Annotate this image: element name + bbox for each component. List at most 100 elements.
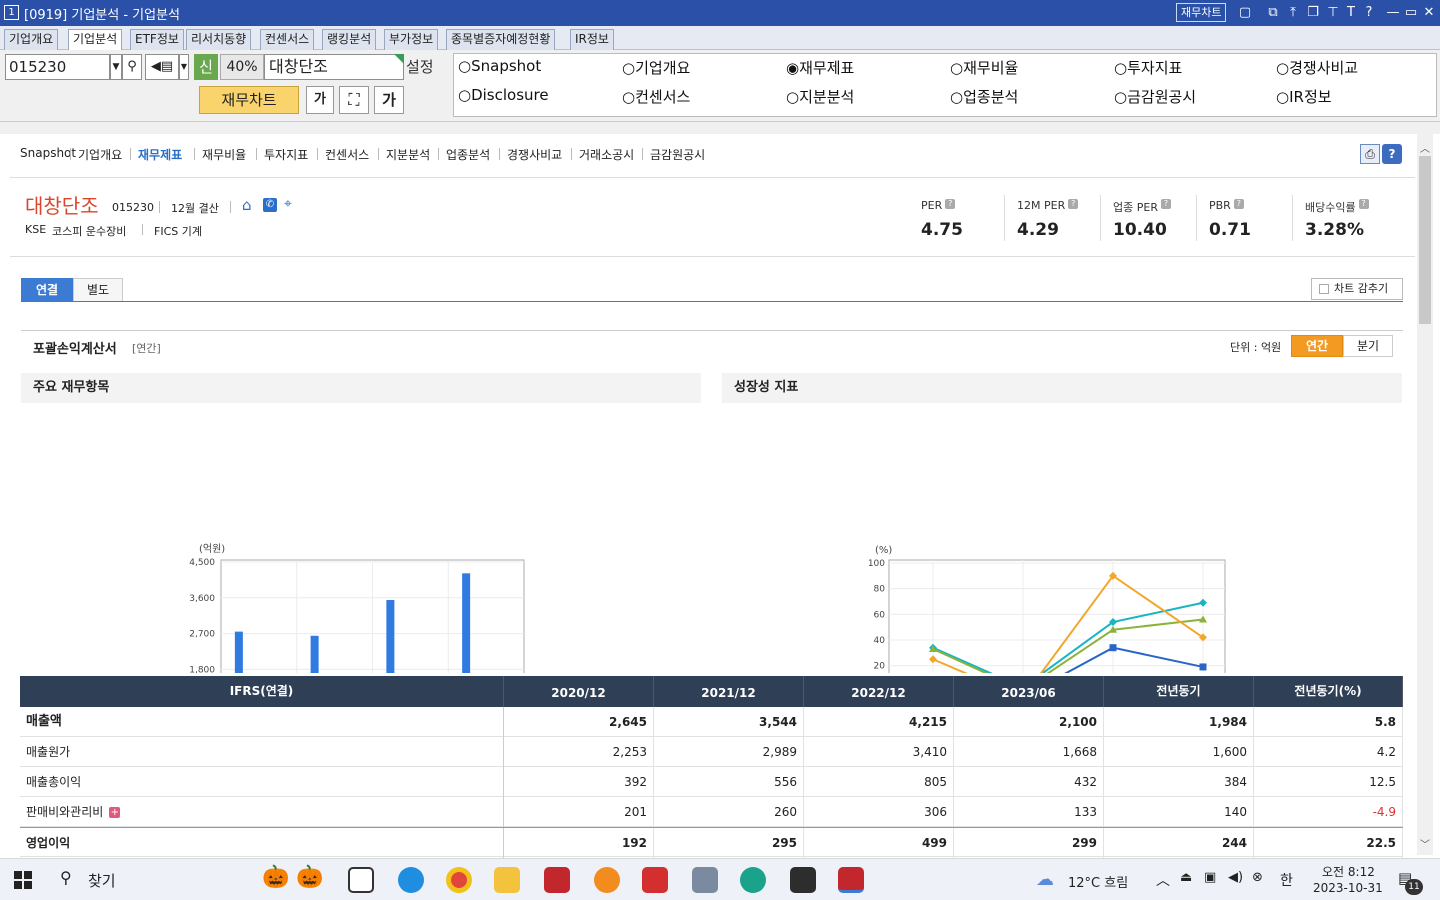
close-icon[interactable]: ✕ [1420, 4, 1438, 22]
radio-option[interactable]: ○지분분석 [786, 86, 854, 107]
subnav-item[interactable]: Snapshot [20, 146, 76, 160]
ime-indicator[interactable]: 한 [1280, 870, 1293, 890]
data-point[interactable] [1199, 663, 1207, 671]
sticky-notes-icon[interactable] [790, 867, 816, 893]
home-icon[interactable]: ⌂ [242, 196, 252, 214]
subnav-item[interactable]: 재무제표 [138, 146, 182, 163]
speaker-icon[interactable]: ◀▤ [145, 54, 179, 80]
app-icon[interactable] [740, 867, 766, 893]
subnav-item[interactable]: 컨센서스 [325, 146, 369, 163]
hide-chart-button[interactable]: 차트 감추기 [1311, 278, 1403, 300]
subnav-item[interactable]: 투자지표 [264, 146, 308, 163]
settings-label[interactable]: 설정 [406, 56, 434, 77]
info-icon[interactable]: ? [1233, 199, 1244, 209]
tab-ranking[interactable]: 랭킹분석 [322, 29, 377, 50]
radio-option[interactable]: ○Snapshot [458, 57, 541, 75]
tab-consolidated[interactable]: 연결 [21, 278, 73, 302]
tab-etf-info[interactable]: ETF정보 [130, 29, 184, 50]
font-decrease-icon[interactable]: 가 [306, 86, 334, 114]
row-label[interactable]: 판매비와관리비 + [20, 797, 504, 827]
new-badge[interactable]: 신 [194, 54, 218, 80]
minimize-icon[interactable]: — [1384, 4, 1402, 22]
subnav-item[interactable]: 금감원공시 [650, 146, 705, 163]
stock-code-input[interactable]: 015230 [5, 54, 110, 80]
image-icon[interactable]: ▢ [1236, 4, 1254, 22]
restore-group-icon[interactable]: ❐ [1304, 4, 1322, 22]
bar-0[interactable] [386, 600, 395, 673]
radio-option[interactable]: ○재무비율 [950, 57, 1018, 78]
font-increase-icon[interactable]: 가 [374, 86, 404, 114]
subnav-item[interactable]: 경쟁사비교 [507, 146, 562, 163]
fit-screen-icon[interactable]: ⛶ [339, 86, 369, 114]
volume-icon[interactable]: ◀) [1228, 870, 1243, 885]
radio-option[interactable]: ○금감원공시 [1114, 86, 1196, 107]
subnav-item[interactable]: 재무비율 [202, 146, 246, 163]
tab-consensus[interactable]: 컨센서스 [260, 29, 315, 50]
stock-name-display[interactable]: 대창단조 [264, 54, 404, 80]
tray-chevron-icon[interactable]: ︿ [1156, 870, 1170, 890]
tab-research[interactable]: 리서치동향 [186, 29, 252, 50]
radio-option[interactable]: ○투자지표 [1114, 57, 1182, 78]
app-icon[interactable] [642, 867, 668, 893]
help-icon[interactable]: ? [1360, 4, 1378, 22]
bar-0[interactable] [462, 573, 471, 673]
pin-icon[interactable]: ⊤ [1324, 4, 1342, 22]
folder-icon[interactable] [494, 867, 520, 893]
bar-0[interactable] [310, 635, 319, 673]
kakao-icon[interactable] [594, 867, 620, 893]
radio-option[interactable]: ○업종분석 [950, 86, 1018, 107]
scroll-up-icon[interactable]: ︿ [1420, 140, 1430, 155]
info-icon[interactable]: ? [1068, 199, 1079, 209]
link-icon[interactable]: ⧉ [1264, 4, 1282, 22]
clock-date[interactable]: 2023-10-31 [1313, 881, 1383, 895]
subnav-item[interactable]: 기업개요 [78, 146, 122, 163]
tab-additional[interactable]: 부가정보 [384, 29, 439, 50]
financial-chart-button[interactable]: 재무차트 [1176, 3, 1227, 22]
radio-option[interactable]: ○기업개요 [622, 57, 690, 78]
search-icon[interactable]: ⚲ [122, 54, 142, 80]
calculator-icon[interactable] [692, 867, 718, 893]
data-point[interactable] [1109, 644, 1117, 652]
scroll-thumb[interactable] [1419, 156, 1431, 324]
bar-0[interactable] [234, 631, 243, 673]
dropdown-arrow-icon[interactable]: ▼ [110, 54, 122, 80]
task-view-icon[interactable] [348, 867, 374, 893]
trading-app-icon[interactable] [544, 867, 570, 893]
mute-icon[interactable]: ⊗ [1252, 870, 1263, 885]
info-icon[interactable]: ? [1358, 199, 1369, 209]
info-icon[interactable]: ? [1160, 199, 1171, 209]
text-icon[interactable]: T [1342, 4, 1360, 22]
financial-chart-toggle[interactable]: 재무차트 [199, 86, 299, 114]
tab-separate[interactable]: 별도 [73, 278, 123, 302]
network-icon[interactable]: ▣ [1204, 870, 1216, 885]
clock-time[interactable]: 오전 8:12 [1322, 863, 1375, 880]
tab-capital-increase[interactable]: 종목별증자예정현황 [446, 29, 556, 50]
subnav-item[interactable]: 지분분석 [386, 146, 430, 163]
radio-option[interactable]: ○IR정보 [1276, 86, 1332, 107]
maximize-icon[interactable]: ▭ [1402, 4, 1420, 22]
radio-option[interactable]: ○컨센서스 [622, 86, 690, 107]
speaker-dropdown-icon[interactable]: ▼ [179, 54, 189, 80]
window-number-icon[interactable]: 1 [4, 5, 19, 20]
start-icon[interactable] [14, 871, 32, 889]
expand-icon[interactable]: + [109, 807, 121, 818]
taskbar-search-label[interactable]: 찾기 [88, 870, 116, 891]
help-icon[interactable]: ? [1382, 144, 1402, 164]
weather-label[interactable]: 12°C 흐림 [1068, 872, 1128, 891]
phone-icon[interactable]: ✆ [263, 198, 277, 212]
tab-company-overview[interactable]: 기업개요 [4, 29, 59, 50]
edge-icon[interactable] [398, 867, 424, 893]
annual-toggle[interactable]: 연간 [1291, 335, 1343, 357]
location-icon[interactable]: ⌖ [284, 196, 292, 212]
usb-icon[interactable]: ⏏ [1180, 870, 1192, 885]
search-icon[interactable]: ⚲ [60, 868, 72, 887]
chrome-icon[interactable] [446, 867, 472, 893]
pin-top-icon[interactable]: ⤒ [1284, 4, 1302, 22]
subnav-item[interactable]: 업종분석 [446, 146, 490, 163]
subnav-item[interactable]: 거래소공시 [579, 146, 634, 163]
info-icon[interactable]: ? [945, 199, 956, 209]
radio-option[interactable]: ○Disclosure [458, 86, 549, 104]
trading-app-active-icon[interactable] [838, 867, 864, 893]
radio-option[interactable]: ◉재무제표 [786, 57, 854, 78]
radio-option[interactable]: ○경쟁사비교 [1276, 57, 1358, 78]
